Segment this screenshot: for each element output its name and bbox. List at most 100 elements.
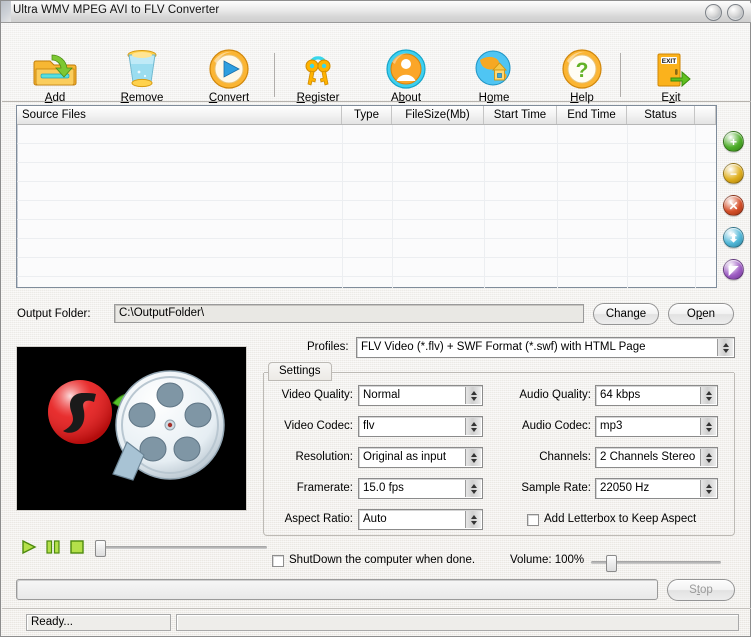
remove-file-button[interactable]: − [723,163,744,184]
table-row[interactable] [17,163,716,182]
clear-list-button[interactable]: ✕ [723,195,744,216]
toolbar-button-exit[interactable]: EXIT Exit [634,48,708,104]
play-circle-icon [192,48,266,90]
title-bar: Ultra WMV MPEG AVI to FLV Converter [1,1,751,23]
letterbox-checkbox[interactable] [527,514,539,526]
setting-value: Auto [363,513,387,525]
toolbar-button-remove[interactable]: Remove [105,48,179,104]
list-column-header[interactable]: End Time [557,106,627,124]
list-column-header[interactable]: Status [627,106,695,124]
setting-label: Audio Quality: [1,389,591,401]
seek-slider-thumb[interactable] [95,540,106,557]
table-row[interactable] [17,220,716,239]
move-up-button[interactable]: ⬍ [723,227,744,248]
list-column-header[interactable]: Type [342,106,392,124]
change-folder-label: Change [606,308,646,320]
setting-spinner[interactable] [465,511,481,528]
list-column-header[interactable]: Source Files [17,106,342,124]
application-window: Ultra WMV MPEG AVI to FLV Converter Add [0,0,751,637]
question-circle-icon: ? [545,48,619,90]
globe-house-icon [457,48,531,90]
maximize-button[interactable] [727,4,744,21]
table-row[interactable] [17,125,716,144]
shutdown-label: ShutDown the computer when done. [289,554,475,566]
svg-text:EXIT: EXIT [662,58,676,65]
list-column-header[interactable]: Start Time [484,106,557,124]
toolbar-button-add[interactable]: Add [18,48,92,104]
column-divider [627,125,628,288]
setting-label: Aspect Ratio: [1,513,353,525]
column-divider [695,125,696,288]
trash-icon [105,48,179,90]
toolbar-separator-2 [620,53,621,97]
setting-value: 2 Channels Stereo [600,451,695,463]
settings-button[interactable]: ◤ [723,259,744,280]
profiles-label: Profiles: [307,341,349,353]
output-folder-label: Output Folder: [17,308,91,320]
open-folder-button[interactable]: Open [668,303,734,325]
column-divider [484,125,485,288]
toolbar-label-add: Add [18,92,92,104]
setting-combo[interactable]: Auto [358,509,483,530]
settings-tab[interactable]: Settings [268,362,332,381]
setting-label: Audio Codec: [1,420,591,432]
profiles-spinner[interactable] [717,339,733,356]
setting-value: 22050 Hz [600,482,649,494]
toolbar-label-help: Help [545,92,619,104]
status-message: Ready... [26,614,171,631]
setting-label: Channels: [1,451,591,463]
seek-slider-track[interactable] [97,546,267,549]
list-column-header[interactable]: FileSize(Mb) [392,106,484,124]
shutdown-checkbox[interactable] [272,555,284,567]
table-row[interactable] [17,239,716,258]
play-icon[interactable] [21,539,37,555]
table-row[interactable] [17,144,716,163]
keys-icon [281,48,355,90]
status-bar: Ready... [2,608,751,635]
toolbar-button-home[interactable]: Home [457,48,531,104]
list-action-buttons: + − ✕ ⬍ ◤ [723,131,747,291]
conversion-progress-bar [16,579,658,600]
table-row[interactable] [17,258,716,277]
list-column-header[interactable] [695,106,716,124]
toolbar-button-help[interactable]: ? Help [545,48,619,104]
minimize-button[interactable] [705,4,722,21]
toolbar-button-register[interactable]: Register [281,48,355,104]
exit-door-icon: EXIT [634,48,708,90]
setting-spinner[interactable] [700,480,716,497]
source-files-list[interactable]: Source FilesTypeFileSize(Mb)Start TimeEn… [16,105,717,288]
setting-value: mp3 [600,420,622,432]
profiles-combo[interactable]: FLV Video (*.flv) + SWF Format (*.swf) w… [356,337,735,358]
toolbar-label-home: Home [457,92,531,104]
table-row[interactable] [17,277,716,288]
setting-combo[interactable]: 2 Channels Stereo [595,447,718,468]
main-toolbar: Add Remove [2,23,751,102]
toolbar-button-convert[interactable]: Convert [192,48,266,104]
toolbar-label-remove: Remove [105,92,179,104]
toolbar-button-about[interactable]: About [369,48,443,104]
status-secondary-panel [176,614,739,631]
stop-button-label: Stop [689,584,713,596]
setting-combo[interactable]: mp3 [595,416,718,437]
list-body[interactable] [17,125,716,288]
setting-spinner[interactable] [700,449,716,466]
table-row[interactable] [17,201,716,220]
output-folder-field[interactable]: C:\OutputFolder\ [114,304,584,323]
stop-icon[interactable] [69,539,85,555]
letterbox-label: Add Letterbox to Keep Aspect [544,513,696,525]
settings-group-top-border [264,372,734,373]
stop-button[interactable]: Stop [667,579,735,601]
toolbar-label-register: Register [281,92,355,104]
setting-spinner[interactable] [700,387,716,404]
table-row[interactable] [17,182,716,201]
toolbar-label-convert: Convert [192,92,266,104]
volume-label: Volume: 100% [510,554,584,566]
change-folder-button[interactable]: Change [593,303,659,325]
setting-combo[interactable]: 22050 Hz [595,478,718,499]
add-file-button[interactable]: + [723,131,744,152]
setting-label: Sample Rate: [1,482,591,494]
setting-combo[interactable]: 64 kbps [595,385,718,406]
volume-slider-thumb[interactable] [606,555,617,572]
setting-spinner[interactable] [700,418,716,435]
pause-icon[interactable] [45,539,61,555]
